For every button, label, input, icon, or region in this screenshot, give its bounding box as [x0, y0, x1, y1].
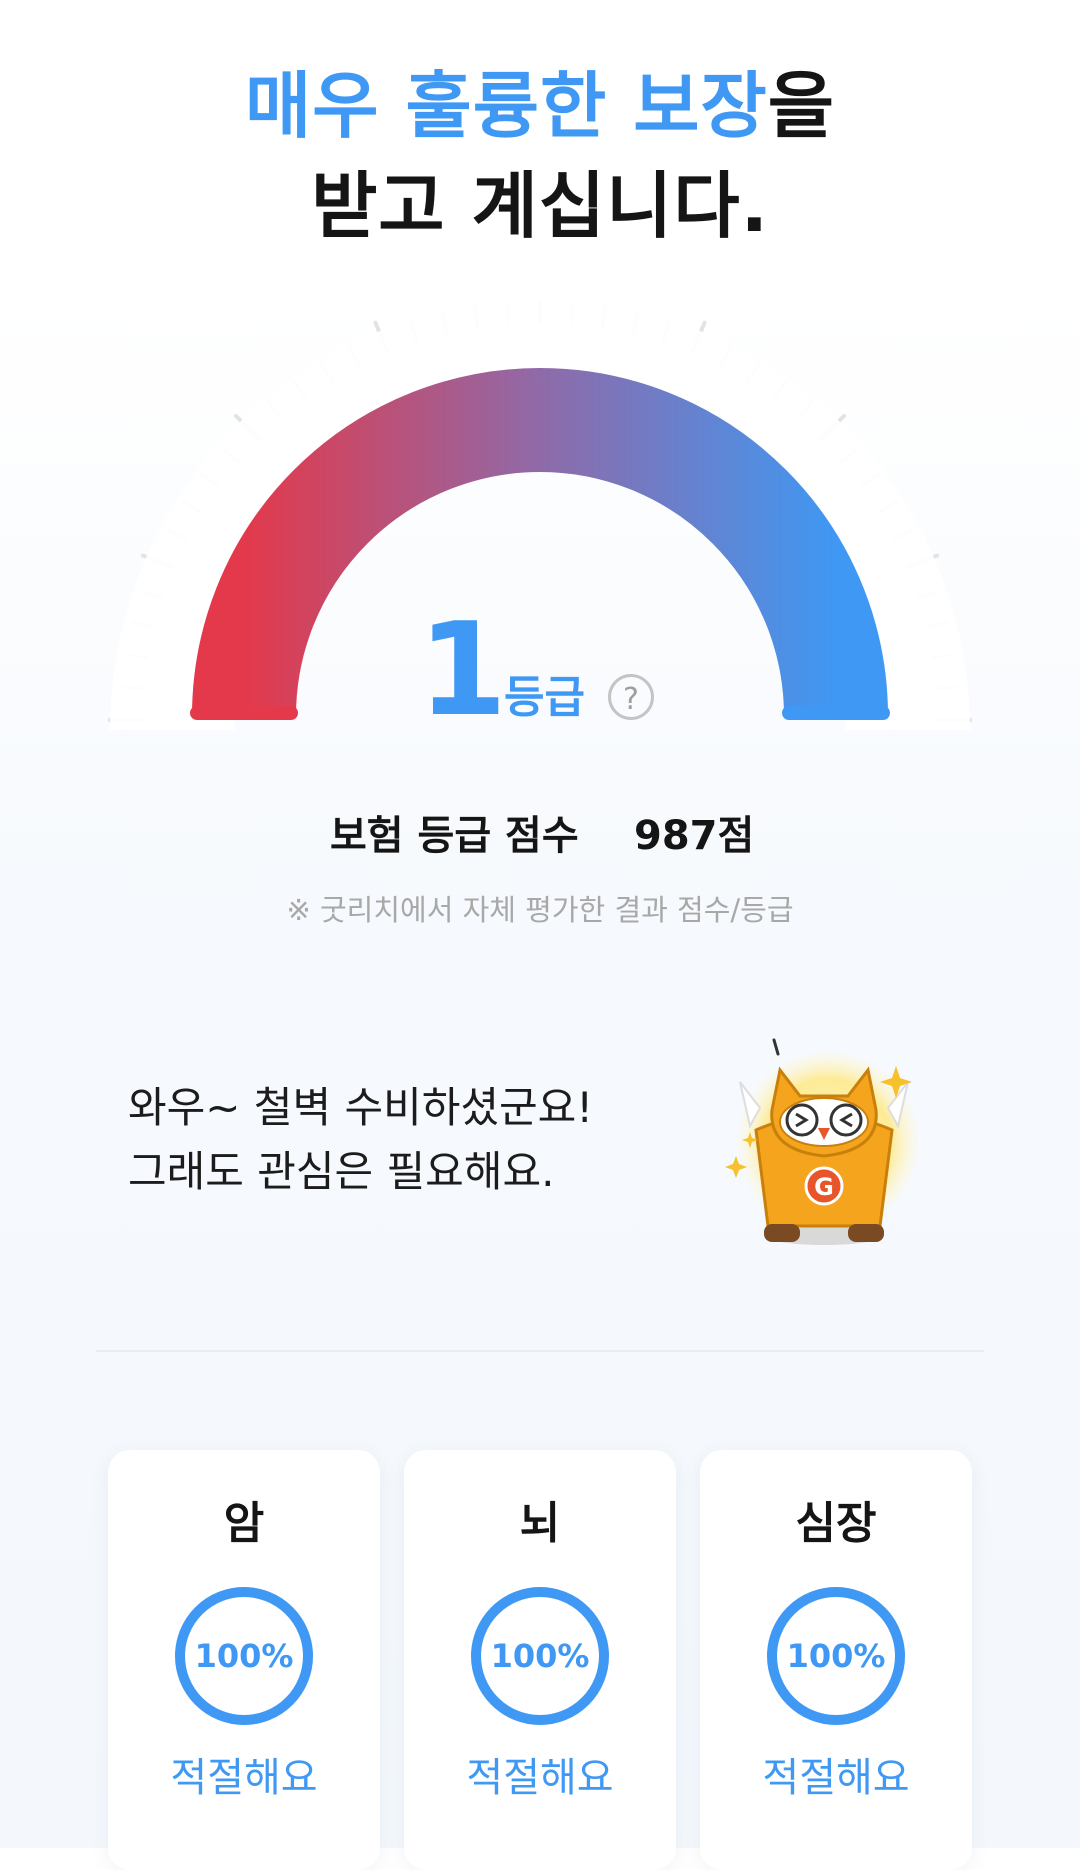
score-label: 보험 등급 점수 — [330, 813, 579, 859]
category-card-brain[interactable]: 뇌 100% 적절해요 — [404, 1450, 676, 1870]
category-title: 암 — [223, 1498, 265, 1549]
question-circle-icon[interactable]: ? — [608, 674, 654, 720]
message: 와우~ 철벽 수비하셨군요! 그래도 관심은 필요해요. — [128, 1076, 593, 1204]
headline-accent: 매우 훌륭한 보장 — [244, 64, 768, 148]
category-title: 뇌 — [519, 1498, 561, 1549]
progress-percent: 100% — [194, 1637, 294, 1675]
headline-line1-rest: 을 — [767, 64, 836, 148]
section-divider — [96, 1350, 984, 1352]
category-status: 적절해요 — [762, 1755, 910, 1801]
score-value: 987점 — [634, 813, 755, 859]
category-cards: 암 100% 적절해요 뇌 100% 적절해요 심장 100% 적절해요 — [0, 1450, 1080, 1870]
category-status: 적절해요 — [466, 1755, 614, 1801]
grade-number: 1 — [418, 596, 508, 745]
page-title: 매우 훌륭한 보장을 받고 계십니다. — [0, 56, 1080, 256]
category-card-cancer[interactable]: 암 100% 적절해요 — [108, 1450, 380, 1870]
grade-unit: 등급 — [504, 672, 585, 723]
headline-line-2: 받고 계십니다. — [311, 164, 769, 248]
headline-line-1: 매우 훌륭한 보장을 — [0, 56, 1080, 156]
category-title: 심장 — [795, 1498, 877, 1549]
mascot-owl-icon: G — [725, 1038, 918, 1245]
message-line-1: 와우~ 철벽 수비하셨군요! — [128, 1083, 594, 1132]
footnote: ※ 굿리치에서 자체 평가한 결과 점수/등급 — [286, 893, 794, 927]
message-line-2: 그래도 관심은 필요해요. — [128, 1147, 555, 1196]
category-status: 적절해요 — [170, 1755, 318, 1801]
mascot-badge-letter: G — [814, 1173, 834, 1201]
category-card-heart[interactable]: 심장 100% 적절해요 — [700, 1450, 972, 1870]
score-row: 보험 등급 점수 987점 — [0, 808, 1080, 864]
progress-percent: 100% — [490, 1637, 590, 1675]
grade-display: 1 등급 ? — [0, 606, 1080, 736]
progress-percent: 100% — [786, 1637, 886, 1675]
